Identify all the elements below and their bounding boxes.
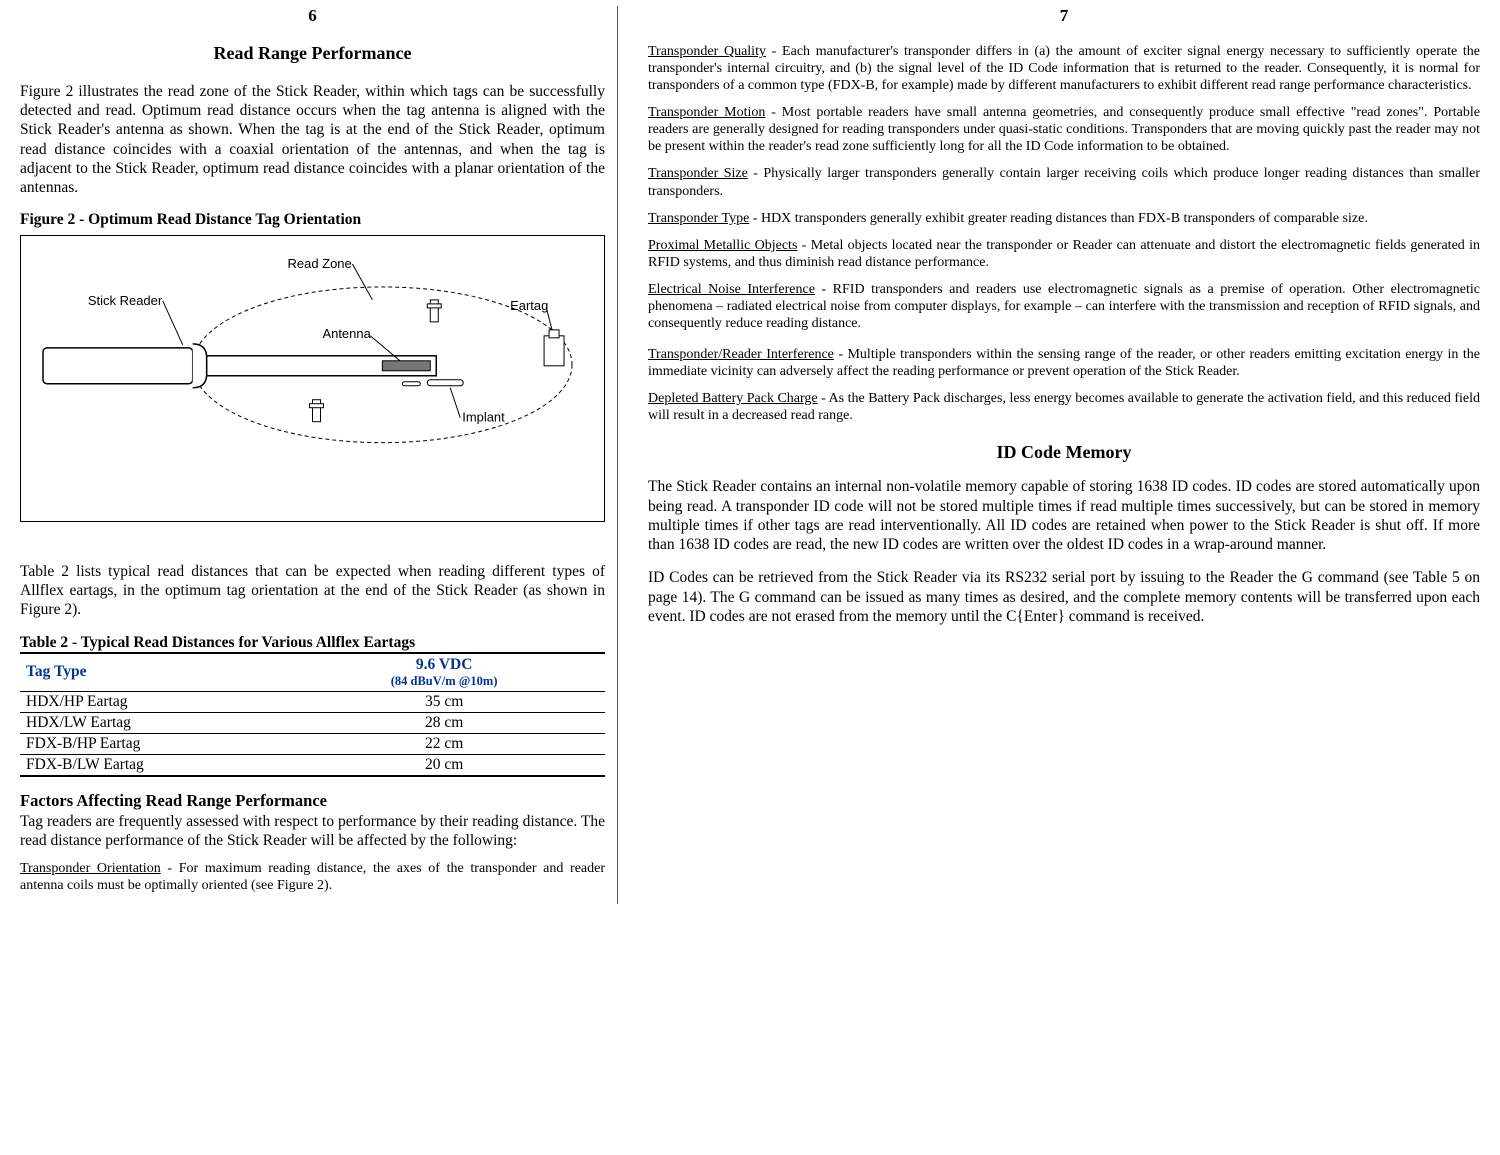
factor-transponder-size: Transponder Size - Physically larger tra…: [648, 165, 1480, 199]
label-read-zone: Read Zone: [288, 256, 352, 271]
table-row: HDX/LW Eartag28 cm: [20, 712, 605, 733]
figure2-svg: Read Zone Stick Reader Antenna: [33, 250, 592, 480]
label-implant: Implant: [462, 410, 505, 425]
page-number-left: 6: [20, 6, 605, 26]
label-antenna: Antenna: [322, 326, 371, 341]
page-right: 7 Transponder Quality - Each manufacture…: [618, 6, 1492, 904]
factor-transponder-quality: Transponder Quality - Each manufacturer'…: [648, 43, 1480, 94]
figure2-box: Read Zone Stick Reader Antenna: [20, 235, 605, 522]
table2: Tag Type 9.6 VDC (84 dBuV/m @10m) HDX/HP…: [20, 652, 605, 777]
para-table2-intro: Table 2 lists typical read distances tha…: [20, 562, 605, 620]
mem-para1: The Stick Reader contains an internal no…: [648, 477, 1480, 554]
table2-caption: Table 2 - Typical Read Distances for Var…: [20, 634, 605, 652]
factor-electrical-noise: Electrical Noise Interference - RFID tra…: [648, 281, 1480, 332]
table-head-voltage: 9.6 VDC (84 dBuV/m @10m): [283, 653, 605, 692]
section-title-read-range: Read Range Performance: [20, 43, 605, 64]
table-head-tag-type: Tag Type: [20, 653, 283, 692]
table-header-row: Tag Type 9.6 VDC (84 dBuV/m @10m): [20, 653, 605, 692]
section-title-id-code-memory: ID Code Memory: [648, 442, 1480, 463]
page-number-right: 7: [648, 6, 1480, 26]
document-spread: 6 Read Range Performance Figure 2 illust…: [8, 6, 1492, 904]
table-row: FDX-B/LW Eartag20 cm: [20, 754, 605, 776]
factor-transponder-orientation: Transponder Orientation - For maximum re…: [20, 860, 605, 894]
table-row: HDX/HP Eartag35 cm: [20, 691, 605, 712]
factors-intro: Tag readers are frequently assessed with…: [20, 812, 605, 850]
figure2-caption: Figure 2 - Optimum Read Distance Tag Ori…: [20, 211, 605, 229]
label-eartag: Eartag: [510, 298, 548, 313]
table-row: FDX-B/HP Eartag22 cm: [20, 733, 605, 754]
factor-transponder-type: Transponder Type - HDX transponders gene…: [648, 210, 1480, 227]
label-stick-reader: Stick Reader: [88, 293, 163, 308]
factor-transponder-motion: Transponder Motion - Most portable reade…: [648, 104, 1480, 155]
mem-para2: ID Codes can be retrieved from the Stick…: [648, 568, 1480, 626]
factors-heading: Factors Affecting Read Range Performance: [20, 791, 605, 811]
factor-proximal-metallic: Proximal Metallic Objects - Metal object…: [648, 237, 1480, 271]
page-left: 6 Read Range Performance Figure 2 illust…: [8, 6, 618, 904]
factor-transponder-reader-interference: Transponder/Reader Interference - Multip…: [648, 346, 1480, 380]
para-fig2-intro: Figure 2 illustrates the read zone of th…: [20, 82, 605, 197]
factor-depleted-battery: Depleted Battery Pack Charge - As the Ba…: [648, 390, 1480, 424]
